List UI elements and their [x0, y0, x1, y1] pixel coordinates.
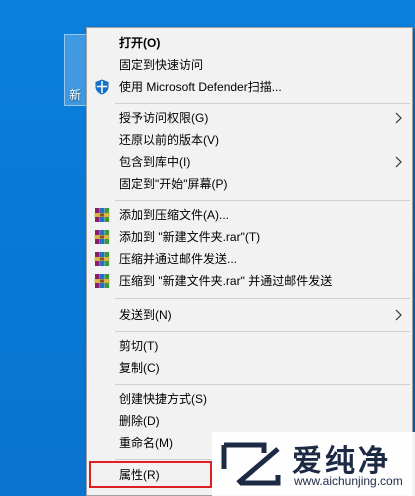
menu-item-label: 创建快捷方式(S) — [119, 392, 207, 406]
menu-item-label: 剪切(T) — [119, 339, 159, 353]
menu-separator — [115, 103, 410, 104]
menu-item-label: 发送到(N) — [119, 308, 172, 322]
menu-separator — [115, 331, 410, 332]
chevron-right-icon — [395, 112, 402, 124]
properties-highlight-box — [89, 461, 212, 488]
menu-item-label: 删除(D) — [119, 414, 160, 428]
menu-item-compress-rar-email[interactable]: 压缩到 "新建文件夹.rar" 并通过邮件发送 — [89, 270, 410, 292]
menu-item-label: 打开(O) — [119, 36, 161, 50]
menu-item-label: 使用 Microsoft Defender扫描... — [119, 80, 282, 94]
menu-item-label: 固定到"开始"屏幕(P) — [119, 177, 228, 191]
folder-label: 新 — [69, 88, 82, 102]
menu-item-delete[interactable]: 删除(D) — [89, 410, 410, 432]
menu-item-cut[interactable]: 剪切(T) — [89, 335, 410, 357]
menu-item-create-shortcut[interactable]: 创建快捷方式(S) — [89, 388, 410, 410]
winrar-icon — [94, 251, 110, 267]
menu-item-add-archive[interactable]: 添加到压缩文件(A)... — [89, 204, 410, 226]
menu-item-label: 还原以前的版本(V) — [119, 133, 219, 147]
menu-item-pin-start[interactable]: 固定到"开始"屏幕(P) — [89, 173, 410, 195]
watermark-subtitle: www.aichunjing.com — [294, 474, 403, 488]
menu-item-label: 重命名(M) — [119, 436, 173, 450]
chevron-right-icon — [395, 309, 402, 321]
menu-item-label: 压缩并通过邮件发送... — [119, 252, 238, 266]
menu-item-send-to[interactable]: 发送到(N) — [89, 304, 410, 326]
menu-item-open[interactable]: 打开(O) — [89, 32, 410, 54]
menu-item-label: 复制(C) — [119, 361, 160, 375]
menu-item-pin-quick-access[interactable]: 固定到快速访问 — [89, 54, 410, 76]
defender-shield-icon — [94, 79, 110, 95]
watermark-logo: 爱纯净 www.aichunjing.com — [212, 432, 415, 496]
aichunjing-logo-icon — [221, 442, 281, 486]
menu-item-grant-access[interactable]: 授予访问权限(G) — [89, 107, 410, 129]
menu-item-add-to-rar[interactable]: 添加到 "新建文件夹.rar"(T) — [89, 226, 410, 248]
menu-separator — [115, 298, 410, 299]
chevron-right-icon — [395, 156, 402, 168]
menu-item-include-library[interactable]: 包含到库中(I) — [89, 151, 410, 173]
menu-item-label: 添加到压缩文件(A)... — [119, 208, 229, 222]
menu-item-label: 压缩到 "新建文件夹.rar" 并通过邮件发送 — [119, 274, 333, 288]
menu-item-copy[interactable]: 复制(C) — [89, 357, 410, 379]
menu-item-label: 添加到 "新建文件夹.rar"(T) — [119, 230, 261, 244]
menu-separator — [115, 200, 410, 201]
menu-item-label: 包含到库中(I) — [119, 155, 191, 169]
menu-item-defender-scan[interactable]: 使用 Microsoft Defender扫描... — [89, 76, 410, 98]
winrar-icon — [94, 207, 110, 223]
context-menu: 打开(O) 固定到快速访问 使用 Microsoft Defender扫描...… — [86, 27, 413, 496]
menu-item-restore-versions[interactable]: 还原以前的版本(V) — [89, 129, 410, 151]
winrar-icon — [94, 273, 110, 289]
winrar-icon — [94, 229, 110, 245]
menu-separator — [115, 384, 410, 385]
menu-item-label: 授予访问权限(G) — [119, 111, 209, 125]
menu-item-compress-email[interactable]: 压缩并通过邮件发送... — [89, 248, 410, 270]
menu-item-label: 固定到快速访问 — [119, 58, 204, 72]
